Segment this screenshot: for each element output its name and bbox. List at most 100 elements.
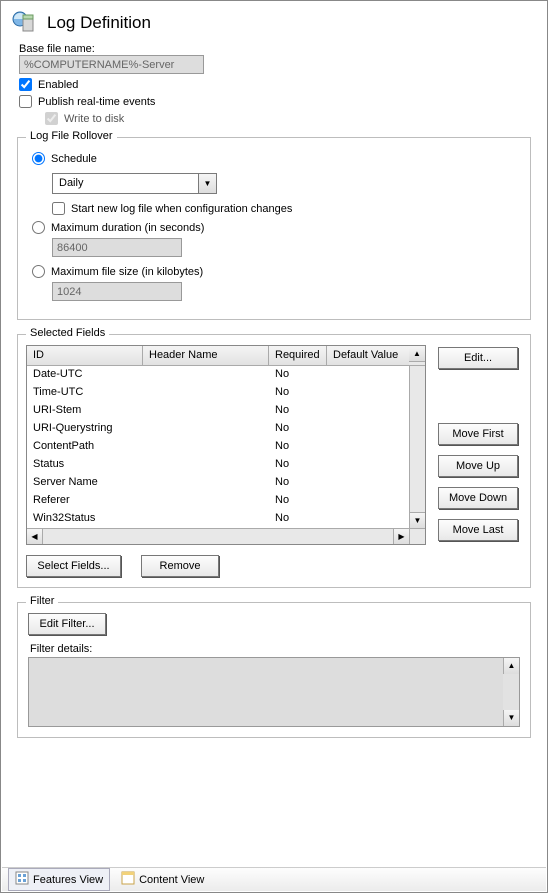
col-id[interactable]: ID xyxy=(27,346,143,365)
col-default[interactable]: Default Value xyxy=(327,346,409,365)
table-cell: No xyxy=(269,420,327,438)
horizontal-scrollbar[interactable]: ◀ ▶ xyxy=(27,528,425,544)
chevron-right-icon: ▶ xyxy=(398,533,404,541)
table-row[interactable]: Server NameNo xyxy=(27,474,409,492)
scroll-right-button[interactable]: ▶ xyxy=(393,529,409,544)
table-cell xyxy=(327,438,409,456)
features-view-tab[interactable]: Features View xyxy=(8,868,110,891)
schedule-label: Schedule xyxy=(51,153,97,165)
move-down-button[interactable]: Move Down xyxy=(438,487,518,509)
content-view-label: Content View xyxy=(139,874,204,886)
chevron-down-icon: ▼ xyxy=(414,517,422,525)
max-filesize-radio-row: Maximum file size (in kilobytes) xyxy=(32,265,520,278)
col-required[interactable]: Required xyxy=(269,346,327,365)
chevron-up-icon: ▲ xyxy=(413,350,421,358)
table-cell: No xyxy=(269,492,327,510)
max-filesize-input[interactable] xyxy=(52,282,182,301)
publish-checkbox[interactable] xyxy=(19,95,32,108)
table-row[interactable]: Time-UTC No xyxy=(27,384,409,402)
table-cell: Server Name xyxy=(27,474,143,492)
start-new-checkbox[interactable] xyxy=(52,202,65,215)
publish-label: Publish real-time events xyxy=(38,96,155,108)
schedule-select-value: Daily xyxy=(53,174,198,193)
table-cell xyxy=(327,366,409,384)
table-header: ID Header Name Required Default Value ▲ xyxy=(27,346,425,366)
schedule-radio[interactable] xyxy=(32,152,45,165)
field-action-buttons: Edit... Move First Move Up Move Down Mov… xyxy=(438,347,518,541)
schedule-select[interactable]: Daily ▼ xyxy=(52,173,217,194)
move-first-button[interactable]: Move First xyxy=(438,423,518,445)
table-cell xyxy=(327,474,409,492)
scroll-corner xyxy=(409,529,425,544)
table-cell xyxy=(143,366,269,384)
edit-button[interactable]: Edit... xyxy=(438,347,518,369)
max-filesize-radio[interactable] xyxy=(32,265,45,278)
dropdown-button[interactable]: ▼ xyxy=(198,174,216,193)
vertical-scrollbar[interactable]: ▼ xyxy=(409,366,425,528)
rollover-group: Log File Rollover Schedule Daily ▼ Start… xyxy=(17,137,531,320)
table-row[interactable]: StatusNo xyxy=(27,456,409,474)
table-row[interactable]: Win32StatusNo xyxy=(27,510,409,528)
scroll-down-button[interactable]: ▼ xyxy=(503,710,519,726)
max-duration-radio[interactable] xyxy=(32,221,45,234)
table-cell: No xyxy=(269,384,327,402)
view-switcher: Features View Content View xyxy=(2,867,546,891)
write-disk-label: Write to disk xyxy=(64,113,124,125)
page-title: Log Definition xyxy=(47,13,151,33)
scroll-up-button[interactable]: ▲ xyxy=(409,346,425,362)
table-cell xyxy=(143,510,269,528)
schedule-radio-row: Schedule xyxy=(32,152,520,165)
max-duration-input[interactable] xyxy=(52,238,182,257)
table-row[interactable]: URI-Stem No xyxy=(27,402,409,420)
enabled-checkbox[interactable] xyxy=(19,78,32,91)
remove-button[interactable]: Remove xyxy=(141,555,219,577)
scroll-left-button[interactable]: ◀ xyxy=(27,529,43,544)
table-row[interactable]: URI-QuerystringNo xyxy=(27,420,409,438)
fields-table[interactable]: ID Header Name Required Default Value ▲ … xyxy=(26,345,426,545)
write-disk-checkbox xyxy=(45,112,58,125)
log-definition-panel: Log Definition Base file name: Enabled P… xyxy=(0,0,548,893)
table-cell xyxy=(327,510,409,528)
table-cell: Win32Status xyxy=(27,510,143,528)
table-cell xyxy=(143,438,269,456)
content-view-tab[interactable]: Content View xyxy=(114,868,211,891)
chevron-down-icon: ▼ xyxy=(204,180,212,188)
publish-row: Publish real-time events xyxy=(19,95,537,108)
table-cell: Date-UTC xyxy=(27,366,143,384)
scroll-up-button[interactable]: ▲ xyxy=(503,658,519,674)
scroll-down-button[interactable]: ▼ xyxy=(410,512,425,528)
rollover-legend: Log File Rollover xyxy=(26,130,117,142)
selected-fields-legend: Selected Fields xyxy=(26,327,109,339)
table-cell: Status xyxy=(27,456,143,474)
enabled-row: Enabled xyxy=(19,78,537,91)
table-cell: URI-Stem xyxy=(27,402,143,420)
table-cell xyxy=(327,492,409,510)
chevron-down-icon: ▼ xyxy=(508,714,516,722)
features-view-label: Features View xyxy=(33,874,103,886)
move-up-button[interactable]: Move Up xyxy=(438,455,518,477)
features-view-icon xyxy=(15,871,29,888)
table-body[interactable]: Date-UTCNoTime-UTCNoURI-StemNoURI-Querys… xyxy=(27,366,409,528)
select-fields-button[interactable]: Select Fields... xyxy=(26,555,121,577)
filter-scrollbar[interactable]: ▲ ▼ xyxy=(503,658,519,726)
start-new-row: Start new log file when configuration ch… xyxy=(52,202,520,215)
table-cell xyxy=(143,456,269,474)
table-row[interactable]: RefererNo xyxy=(27,492,409,510)
start-new-label: Start new log file when configuration ch… xyxy=(71,203,292,215)
table-cell xyxy=(327,384,409,402)
table-cell: No xyxy=(269,402,327,420)
edit-filter-button[interactable]: Edit Filter... xyxy=(28,613,106,635)
max-duration-radio-row: Maximum duration (in seconds) xyxy=(32,221,520,234)
table-row[interactable]: Date-UTCNo xyxy=(27,366,409,384)
table-row[interactable]: ContentPathNo xyxy=(27,438,409,456)
filter-details-textarea[interactable]: ▲ ▼ xyxy=(28,657,520,727)
table-cell: Time-UTC xyxy=(27,384,143,402)
base-file-name-input[interactable] xyxy=(19,55,204,74)
write-disk-row: Write to disk xyxy=(45,112,537,125)
max-duration-label: Maximum duration (in seconds) xyxy=(51,222,204,234)
table-cell xyxy=(143,474,269,492)
col-header-name[interactable]: Header Name xyxy=(143,346,269,365)
move-last-button[interactable]: Move Last xyxy=(438,519,518,541)
filter-legend: Filter xyxy=(26,595,58,607)
base-file-name-row: Base file name: xyxy=(19,43,537,74)
